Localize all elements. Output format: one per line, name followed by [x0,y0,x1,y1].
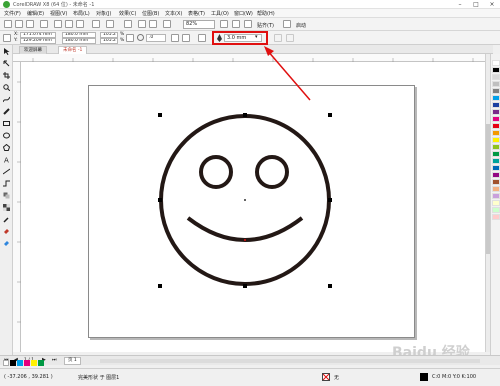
right-eye-circle[interactable] [255,155,289,189]
fill-indicator-icon[interactable] [322,373,330,381]
palette-swatch[interactable] [492,95,500,101]
palette-swatch[interactable] [492,109,500,115]
horizontal-scrollbar[interactable] [100,359,480,363]
doc-swatch-green[interactable] [38,360,44,366]
selected-object-info: 完美形状 于 图层1 [78,375,120,381]
center-marker [244,199,246,201]
palette-swatch[interactable] [492,81,500,87]
palette-swatch[interactable] [492,67,500,73]
page-tab-1[interactable]: 页 1 [64,357,81,365]
page-navigator: ⏮ ◀ 1 / 1 ▶ ⏭ 页 1 [0,355,500,365]
fill-status-label: 无 [334,375,340,381]
palette-swatch[interactable] [492,165,500,171]
outline-color-swatch[interactable] [420,373,428,381]
cursor-coordinates: ( -37.206 , 39.281 ) [4,374,53,380]
palette-swatch[interactable] [492,88,500,94]
palette-swatch[interactable] [492,130,500,136]
node-marker [244,239,246,241]
document-palette [0,360,60,367]
doc-swatch-magenta[interactable] [24,360,30,366]
palette-swatch[interactable] [492,144,500,150]
palette-swatch[interactable] [492,116,500,122]
palette-swatch[interactable] [492,207,500,213]
palette-swatch[interactable] [492,102,500,108]
doc-swatch-black[interactable] [10,360,16,366]
red-arrow-annotation [264,46,311,101]
drawing-layer: Baidu 经验 [158,46,471,361]
palette-swatch[interactable] [492,60,500,66]
smile-arc[interactable] [186,216,304,242]
palette-swatch[interactable] [492,74,500,80]
palette-swatch[interactable] [492,123,500,129]
palette-swatch[interactable] [492,179,500,185]
palette-swatch[interactable] [492,193,500,199]
palette-swatch[interactable] [492,158,500,164]
doc-swatch-cyan[interactable] [17,360,23,366]
doc-swatch-yellow[interactable] [31,360,37,366]
palette-swatch[interactable] [492,214,500,220]
status-bar: ( -37.206 , 39.281 ) 完美形状 于 图层1 无 C:0 M:… [0,368,500,386]
doc-swatch-none[interactable] [3,360,9,366]
left-eye-circle[interactable] [199,155,233,189]
palette-swatch[interactable] [492,200,500,206]
palette-swatch[interactable] [492,186,500,192]
outline-color-values: C:0 M:0 Y:0 K:100 [432,374,477,380]
palette-swatch[interactable] [492,172,500,178]
color-palette [490,54,500,364]
palette-swatch[interactable] [492,151,500,157]
palette-swatch[interactable] [492,137,500,143]
